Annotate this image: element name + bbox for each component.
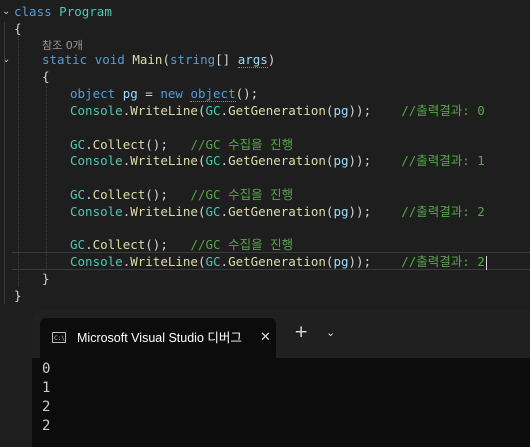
code-line: GC.Collect(); //GC 수집을 진행 <box>70 187 294 202</box>
keyword: void <box>94 52 125 67</box>
indent-guide <box>18 36 19 286</box>
keyword: new <box>160 86 183 101</box>
variable-name: pg <box>333 103 349 118</box>
output-line: 2 <box>42 399 51 415</box>
type-name: Console <box>70 204 123 219</box>
method-name: WriteLine <box>130 103 198 118</box>
type-name: GC <box>205 103 221 118</box>
fold-chevron-icon[interactable]: ⌄ <box>2 6 10 18</box>
type-name: GC <box>70 237 86 252</box>
method-name: WriteLine <box>130 204 198 219</box>
variable-name: pg <box>333 204 349 219</box>
method-name: Collect <box>92 187 146 202</box>
class-name: Program <box>59 4 112 19</box>
type-name: Console <box>70 153 123 168</box>
method-name: Collect <box>92 237 146 252</box>
outline-guide <box>4 22 5 304</box>
method-name: GetGeneration <box>228 254 326 269</box>
comment: //출력결과: 2 <box>401 254 485 269</box>
code-line: } <box>14 288 22 303</box>
close-icon[interactable]: ✕ <box>260 329 271 347</box>
method-name: GetGeneration <box>228 153 326 168</box>
method-name: GetGeneration <box>228 204 326 219</box>
variable-name: pg <box>333 153 349 168</box>
method-name: Collect <box>92 137 146 152</box>
code-line: } <box>42 271 50 286</box>
code-line: { <box>42 69 50 84</box>
tab-title: Microsoft Visual Studio 디버그 <box>77 331 242 345</box>
code-line: class Program <box>14 3 112 20</box>
chevron-down-icon[interactable]: ⌄ <box>326 324 335 342</box>
keyword: object <box>70 86 116 101</box>
type-name: Console <box>70 103 123 118</box>
indent-guide <box>46 86 47 270</box>
code-line: Console.WriteLine(GC.GetGeneration(pg));… <box>70 103 485 118</box>
keyword: class <box>14 4 52 19</box>
type-name: GC <box>70 137 86 152</box>
output-line: 1 <box>42 380 51 396</box>
code-line: { <box>14 21 22 36</box>
code-line: GC.Collect(); //GC 수집을 진행 <box>70 137 294 152</box>
comment: //출력결과: 1 <box>401 153 485 168</box>
terminal-tab[interactable]: C:\ Microsoft Visual Studio 디버그 ✕ <box>40 318 276 358</box>
keyword: static <box>42 52 88 67</box>
comment: //출력결과: 0 <box>401 103 485 118</box>
plus-icon[interactable]: + <box>294 323 308 341</box>
type-name: GC <box>70 187 86 202</box>
type-name: GC <box>205 204 221 219</box>
debug-console-window[interactable]: C:\ Microsoft Visual Studio 디버그 ✕ + ⌄ 0 … <box>32 310 530 447</box>
method-name: GetGeneration <box>228 103 326 118</box>
code-editor[interactable]: ⌄ ⌄ class Program { 참조 0개 static void Ma… <box>0 0 530 310</box>
type-name: GC <box>205 153 221 168</box>
output-line: 2 <box>42 418 51 434</box>
code-line: Console.WriteLine(GC.GetGeneration(pg));… <box>70 254 487 270</box>
type-name: Console <box>70 254 123 269</box>
terminal-tab-bar: C:\ Microsoft Visual Studio 디버그 ✕ + ⌄ <box>32 310 530 358</box>
method-name: Main <box>132 52 163 67</box>
keyword: string <box>169 52 216 67</box>
code-line: static void Main(string[] args) <box>42 52 276 68</box>
method-name: WriteLine <box>130 153 198 168</box>
variable-name: pg <box>122 86 138 101</box>
variable-name: pg <box>333 254 349 269</box>
code-line: Console.WriteLine(GC.GetGeneration(pg));… <box>70 204 485 219</box>
comment: //GC 수집을 진행 <box>190 187 294 202</box>
comment: //출력결과: 2 <box>401 204 485 219</box>
console-icon: C:\ <box>52 332 66 343</box>
code-line: object pg = new object(); <box>70 86 259 102</box>
method-name: WriteLine <box>130 254 198 269</box>
code-line: GC.Collect(); //GC 수집을 진행 <box>70 237 294 252</box>
comment: //GC 수집을 진행 <box>190 137 294 152</box>
comment: //GC 수집을 진행 <box>190 237 294 252</box>
code-line: Console.WriteLine(GC.GetGeneration(pg));… <box>70 153 485 168</box>
parameter-name: args <box>237 52 268 68</box>
type-name: GC <box>205 254 221 269</box>
keyword: object <box>190 86 236 102</box>
output-line: 0 <box>42 361 51 377</box>
text-caret <box>485 255 487 270</box>
